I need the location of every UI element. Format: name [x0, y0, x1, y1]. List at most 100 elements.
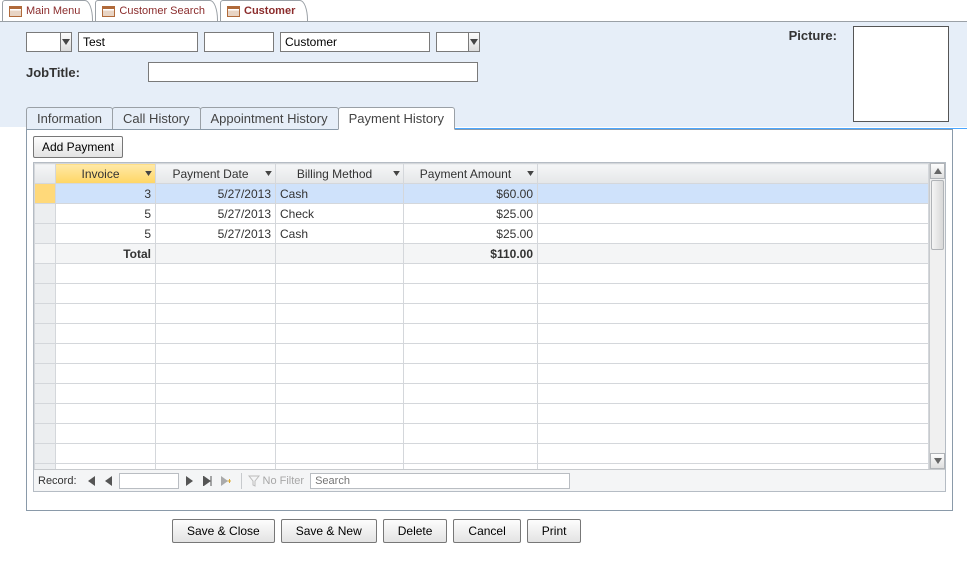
nav-last-button[interactable]: [199, 473, 217, 489]
cell-invoice[interactable]: 5: [56, 224, 156, 244]
table-empty-row: [35, 424, 929, 444]
record-navigator: Record: No Filter: [34, 469, 945, 491]
tab-label: Information: [37, 111, 102, 126]
table-row[interactable]: 55/27/2013Cash$25.00: [35, 224, 929, 244]
tab-call-history[interactable]: Call History: [112, 107, 200, 129]
table-empty-row: [35, 344, 929, 364]
doc-tab-label: Main Menu: [26, 5, 80, 17]
payment-history-page: Add Payment Invoice: [26, 129, 953, 511]
cell-method[interactable]: Check: [276, 204, 404, 224]
jobtitle-input[interactable]: [149, 63, 477, 81]
detail-tab-strip: Information Call History Appointment His…: [26, 105, 967, 129]
table-total-row: Total $110.00: [35, 244, 929, 264]
col-spacer: [538, 164, 929, 184]
doc-tab-label: Customer Search: [119, 5, 205, 17]
cell-invoice[interactable]: 5: [56, 204, 156, 224]
divider: [241, 473, 242, 489]
doc-tab-label: Customer: [244, 5, 295, 17]
table-empty-row: [35, 304, 929, 324]
cell-method[interactable]: Cash: [276, 224, 404, 244]
cell-amount[interactable]: $25.00: [404, 204, 538, 224]
col-label: Payment Date: [172, 167, 248, 181]
form-icon: [9, 6, 22, 17]
save-close-button[interactable]: Save & Close: [172, 519, 275, 543]
chevron-down-icon[interactable]: [60, 33, 71, 51]
doc-tab-customer[interactable]: Customer: [220, 0, 308, 21]
picture-label: Picture:: [789, 28, 837, 43]
chevron-down-icon[interactable]: [525, 168, 535, 180]
row-selector[interactable]: [35, 184, 56, 204]
col-payment-date[interactable]: Payment Date: [156, 164, 276, 184]
table-row[interactable]: 55/27/2013Check$25.00: [35, 204, 929, 224]
funnel-icon: [248, 475, 260, 487]
last-name-input[interactable]: [281, 33, 429, 51]
form-icon: [102, 6, 115, 17]
cell-amount[interactable]: $25.00: [404, 224, 538, 244]
chevron-down-icon[interactable]: [263, 168, 273, 180]
col-label: Invoice: [81, 167, 119, 181]
cell-spacer: [538, 224, 929, 244]
payments-datasheet: Invoice Payment Date Billing Method: [33, 162, 946, 492]
no-filter-label: No Filter: [263, 475, 305, 487]
title-input[interactable]: [27, 33, 60, 51]
cell-date[interactable]: 5/27/2013: [156, 184, 276, 204]
select-all-cell[interactable]: [35, 164, 56, 184]
tab-information[interactable]: Information: [26, 107, 113, 129]
col-payment-amount[interactable]: Payment Amount: [404, 164, 538, 184]
suffix-combo[interactable]: [436, 32, 480, 52]
scroll-thumb[interactable]: [931, 180, 944, 250]
chevron-down-icon[interactable]: [391, 168, 401, 180]
nav-next-button[interactable]: [181, 473, 199, 489]
total-label: Total: [56, 244, 156, 264]
doc-tab-customer-search[interactable]: Customer Search: [95, 0, 218, 21]
col-invoice[interactable]: Invoice: [56, 164, 156, 184]
form-action-bar: Save & Close Save & New Delete Cancel Pr…: [172, 519, 967, 543]
chevron-down-icon[interactable]: [143, 168, 153, 180]
cancel-button[interactable]: Cancel: [453, 519, 520, 543]
document-tab-strip: Main Menu Customer Search Customer: [0, 0, 967, 22]
tab-label: Appointment History: [211, 111, 328, 126]
table-empty-row: [35, 444, 929, 464]
table-row[interactable]: 35/27/2013Cash$60.00: [35, 184, 929, 204]
row-selector[interactable]: [35, 204, 56, 224]
col-billing-method[interactable]: Billing Method: [276, 164, 404, 184]
delete-button[interactable]: Delete: [383, 519, 448, 543]
no-filter-indicator[interactable]: No Filter: [248, 475, 305, 487]
tab-label: Call History: [123, 111, 189, 126]
table-empty-row: [35, 384, 929, 404]
tab-label: Payment History: [349, 111, 444, 126]
table-empty-row: [35, 364, 929, 384]
cell-method[interactable]: Cash: [276, 184, 404, 204]
cell-invoice[interactable]: 3: [56, 184, 156, 204]
title-combo[interactable]: [26, 32, 72, 52]
cell-spacer: [538, 204, 929, 224]
first-name-input[interactable]: [79, 33, 197, 51]
scroll-down-button[interactable]: [930, 453, 945, 469]
record-position-input[interactable]: [119, 473, 179, 489]
row-selector: [35, 244, 56, 264]
row-selector[interactable]: [35, 224, 56, 244]
table-empty-row: [35, 404, 929, 424]
nav-first-button[interactable]: [81, 473, 99, 489]
scroll-up-button[interactable]: [930, 163, 945, 179]
record-search-input[interactable]: [310, 473, 570, 489]
add-payment-button[interactable]: Add Payment: [33, 136, 123, 158]
cell-amount[interactable]: $60.00: [404, 184, 538, 204]
cell-date[interactable]: 5/27/2013: [156, 224, 276, 244]
doc-tab-main-menu[interactable]: Main Menu: [2, 0, 93, 21]
chevron-down-icon[interactable]: [468, 33, 479, 51]
table-empty-row: [35, 264, 929, 284]
print-button[interactable]: Print: [527, 519, 582, 543]
cell-date[interactable]: 5/27/2013: [156, 204, 276, 224]
tab-payment-history[interactable]: Payment History: [338, 107, 455, 130]
form-icon: [227, 6, 240, 17]
total-amount: $110.00: [404, 244, 538, 264]
middle-name-input[interactable]: [205, 33, 273, 51]
payments-grid[interactable]: Invoice Payment Date Billing Method: [34, 163, 929, 469]
tab-appointment-history[interactable]: Appointment History: [200, 107, 339, 129]
nav-new-button[interactable]: [217, 473, 235, 489]
suffix-input[interactable]: [437, 33, 468, 51]
save-new-button[interactable]: Save & New: [281, 519, 377, 543]
vertical-scrollbar[interactable]: [929, 163, 945, 469]
nav-prev-button[interactable]: [99, 473, 117, 489]
